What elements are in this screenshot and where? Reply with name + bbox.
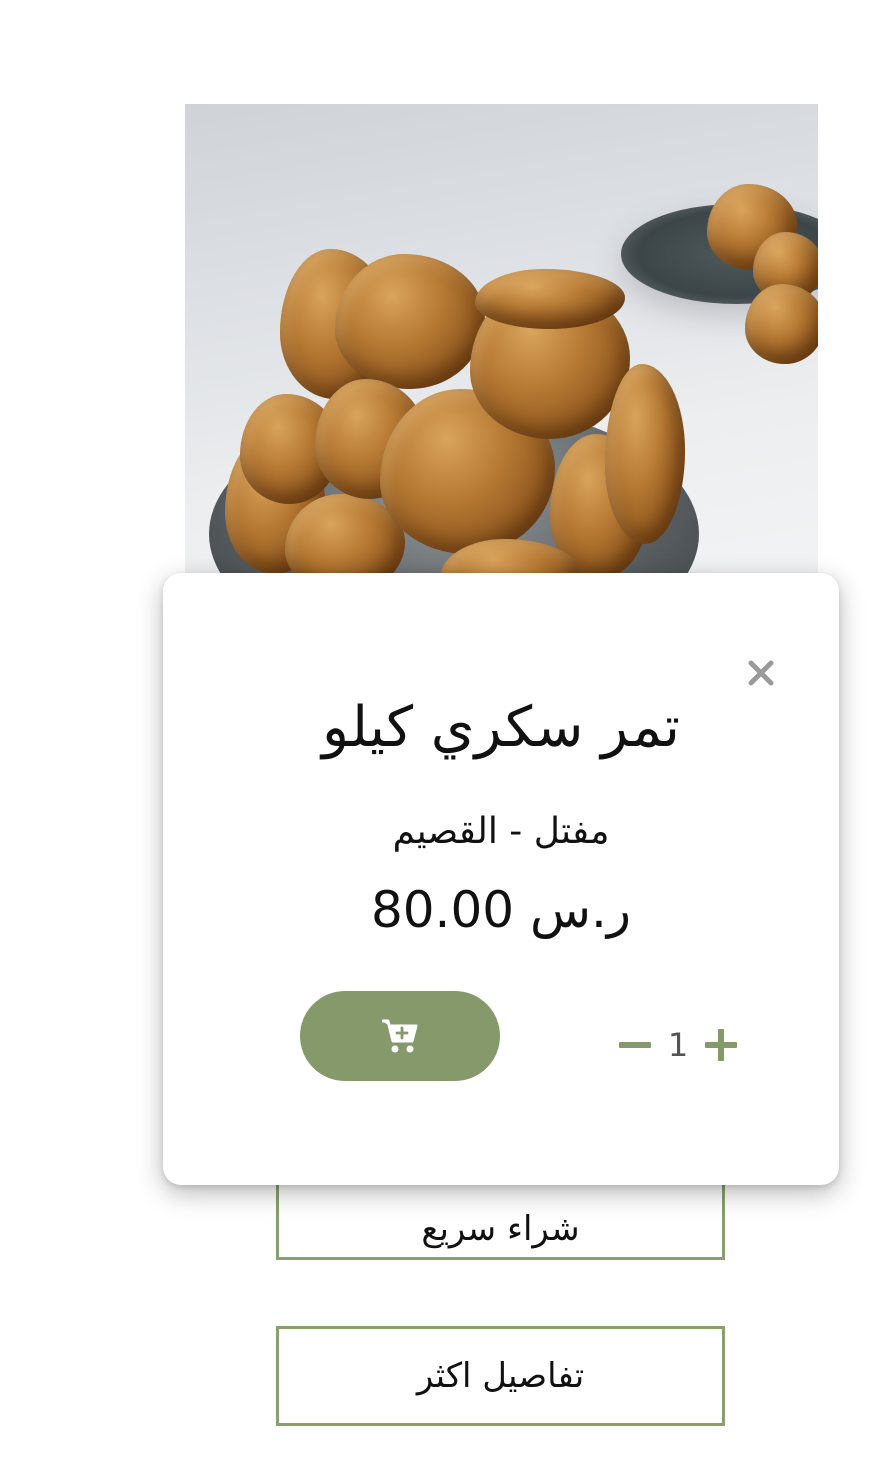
product-subtitle: مفتل - القصيم bbox=[392, 811, 610, 852]
minus-icon bbox=[619, 1042, 651, 1048]
plus-icon bbox=[704, 1029, 737, 1061]
decrease-quantity-button[interactable] bbox=[618, 1028, 652, 1062]
add-to-cart-modal: تمر سكري كيلو مفتل - القصيم 80.00 ر.س 1 bbox=[163, 573, 839, 1185]
quantity-value[interactable]: 1 bbox=[668, 1026, 688, 1064]
close-button[interactable] bbox=[741, 651, 781, 695]
close-icon bbox=[748, 660, 774, 686]
date-piece bbox=[605, 364, 685, 544]
quantity-stepper: 1 bbox=[618, 1021, 738, 1069]
product-image bbox=[185, 104, 818, 574]
more-details-button[interactable]: تفاصيل اكثر bbox=[276, 1326, 725, 1426]
cart-plus-icon bbox=[382, 1019, 418, 1053]
date-piece bbox=[335, 254, 485, 389]
increase-quantity-button[interactable] bbox=[704, 1028, 738, 1062]
date-piece bbox=[745, 284, 818, 364]
add-to-cart-button[interactable] bbox=[300, 991, 500, 1081]
product-price: 80.00 ر.س bbox=[370, 881, 632, 939]
date-piece bbox=[475, 269, 625, 329]
product-title: تمر سكري كيلو bbox=[321, 695, 681, 760]
